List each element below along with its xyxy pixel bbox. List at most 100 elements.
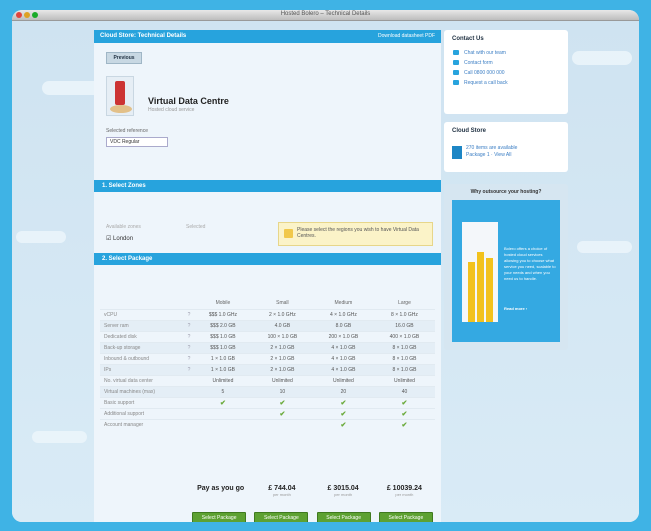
store-link[interactable]: 270 items are available Package 1 · View … (452, 144, 560, 162)
package-header: 2. Select Package (94, 253, 441, 265)
price-cell: Pay as you go (190, 485, 251, 497)
row-label: Dedicated disk (100, 330, 184, 342)
price-value: £ 10039.24 (386, 485, 422, 492)
price-unit: per month (395, 492, 414, 497)
package-cell: 2 × 1.0 GB (251, 363, 313, 375)
help-icon[interactable] (184, 374, 194, 386)
why-title: Why outsource your hosting? (470, 189, 542, 195)
help-icon[interactable]: ? (184, 352, 194, 364)
empty-cell (251, 418, 313, 430)
price-value: £ 744.04 (268, 485, 296, 492)
checkmark-icon: ✔ (373, 407, 435, 419)
info-icon (284, 229, 293, 238)
package-cell: Unlimited (194, 374, 252, 386)
store-title: Cloud Store (452, 128, 486, 134)
contact-chat-link[interactable]: Chat with our team (444, 48, 568, 58)
package-cell: 8 × 1.0 GB (373, 352, 435, 364)
package-cell: 40 (373, 385, 435, 397)
package-cell: 100 × 1.0 GB (251, 330, 313, 342)
help-icon[interactable]: ? (184, 330, 194, 342)
row-label: Account manager (100, 418, 184, 430)
package-cell: 400 × 1.0 GB (373, 330, 435, 342)
package-table-header: Mobile Small Medium Large (100, 298, 435, 309)
store-text: 270 items are available (466, 145, 518, 151)
package-cell: 5 (194, 385, 252, 397)
package-row: vCPU? $$$ 1.0 GHz 2 × 1.0 GHz 4 × 1.0 GHz 8 … (100, 308, 435, 320)
package-cell: $$$ 2.0 GB (194, 319, 252, 331)
package-row: Back-up storage? $$$ 1.0 GB 2 × 1.0 GB 4 × … (100, 341, 435, 353)
package-cell: $$$ 1.0 GB (194, 341, 252, 353)
checkmark-icon: ✔ (194, 396, 252, 408)
store-sub: Package 1 · View All (466, 152, 512, 158)
download-datasheet-link[interactable]: Download datasheet PDF (378, 33, 435, 39)
previous-button[interactable]: Previous (106, 52, 142, 64)
checkmark-icon: ✔ (251, 407, 313, 419)
contact-title: Contact Us (452, 36, 484, 42)
package-row: Server ram? $$$ 2.0 GB 4.0 GB 8.0 GB 16.0 GB (100, 319, 435, 331)
product-image (106, 76, 134, 116)
package-cell: 4 × 1.0 GB (312, 363, 374, 375)
why-text: Bolero offers a choice of hosted cloud s… (504, 246, 556, 281)
zones-header: 1. Select Zones (94, 180, 441, 192)
package-row: IPs? 1 × 1.0 GB 2 × 1.0 GB 4 × 1.0 GB 8 × 1.… (100, 363, 435, 375)
package-cell: 8 × 1.0 GB (373, 363, 435, 375)
form-icon (453, 60, 459, 65)
zones-col-selected: Selected (186, 224, 206, 230)
package-cell: Unlimited (251, 374, 313, 386)
hand-illustration (462, 222, 498, 322)
help-icon[interactable]: ? (184, 308, 194, 320)
contact-form-link[interactable]: Contact form (444, 58, 568, 68)
contact-link-label: Request a call back (464, 80, 508, 86)
package-cell: 4 × 1.0 GB (312, 352, 374, 364)
feature-row: Account manager ✔ ✔ (100, 418, 435, 430)
main-content: Cloud Store: Technical Details Download … (94, 30, 441, 522)
read-more-link[interactable]: Read more › (504, 306, 527, 311)
window-title: Hosted Bolero – Technical Details (280, 11, 371, 17)
select-package-button[interactable]: Select Package (316, 512, 371, 522)
contact-callback-link[interactable]: Request a call back (444, 78, 568, 88)
zone-checkbox[interactable]: ☑ London (106, 235, 133, 242)
help-icon[interactable]: ? (184, 319, 194, 331)
row-label: Back-up storage (100, 341, 184, 353)
row-label: No. virtual data center (100, 374, 184, 386)
checkmark-icon: ✔ (373, 396, 435, 408)
zone-checkbox-label: London (113, 236, 134, 242)
package-cell: 200 × 1.0 GB (312, 330, 374, 342)
details-title: Cloud Store: Technical Details (100, 33, 187, 39)
help-icon[interactable] (184, 385, 194, 397)
package-cell: 2 × 1.0 GB (251, 352, 313, 364)
zones-col-available: Available zones (106, 224, 141, 230)
empty-cell (194, 418, 252, 430)
selection-dropdown[interactable]: VDC Regular (106, 137, 168, 147)
package-cell: 4.0 GB (251, 319, 313, 331)
package-row: Dedicated disk? $$$ 1.0 GB 100 × 1.0 GB 200… (100, 330, 435, 342)
checkmark-icon: ✔ (373, 418, 435, 430)
help-icon[interactable]: ? (184, 341, 194, 353)
product-title: Virtual Data Centre (148, 96, 229, 106)
select-package-button[interactable]: Select Package (378, 512, 433, 522)
empty-cell (194, 407, 252, 419)
contact-call-link[interactable]: Call 0800 000 000 (444, 68, 568, 78)
package-cell: Unlimited (373, 374, 435, 386)
details-header: Cloud Store: Technical Details Download … (94, 30, 441, 43)
package-cell: 2 × 1.0 GB (251, 341, 313, 353)
row-label: Inbound & outbound (100, 352, 184, 364)
price-cell: £ 744.04 per month (251, 485, 312, 497)
select-package-button[interactable]: Select Package (192, 512, 247, 522)
package-cell: 8.0 GB (312, 319, 374, 331)
row-label: Basic support (100, 396, 184, 408)
why-banner[interactable]: Bolero offers a choice of hosted cloud s… (452, 200, 560, 342)
help-icon[interactable]: ? (184, 363, 194, 375)
select-package-buttons: Select Package Select Package Select Pac… (190, 512, 435, 522)
title-bar: Hosted Bolero – Technical Details (12, 10, 639, 21)
checkmark-icon: ✔ (312, 418, 374, 430)
why-outsource-panel: Why outsource your hosting? Bolero offer… (444, 184, 568, 350)
select-package-button[interactable]: Select Package (254, 512, 309, 522)
package-column-header: Large (398, 300, 411, 307)
checkmark-icon: ✔ (312, 407, 374, 419)
chat-icon (453, 50, 459, 55)
package-cell: 20 (312, 385, 374, 397)
package-cell: 16.0 GB (373, 319, 435, 331)
contact-panel: Contact Us Chat with our team Contact fo… (444, 30, 568, 114)
contact-link-label: Chat with our team (464, 50, 506, 56)
